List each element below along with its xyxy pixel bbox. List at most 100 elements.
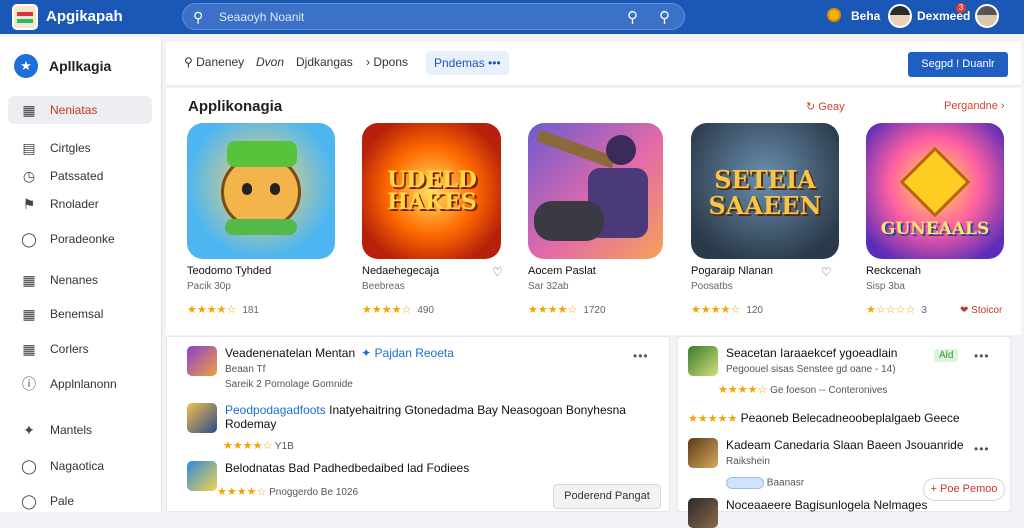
list-item[interactable]: Belodnatas Bad Padhedbedaibed lad Fodiee… [187, 461, 469, 498]
grid-icon: ▦ [22, 340, 36, 357]
sidebar-item-mantels[interactable]: ✦ Mantels [8, 416, 152, 444]
user-avatar[interactable] [975, 4, 999, 28]
sidebar-item-label: Neniatas [50, 103, 98, 117]
sidebar-item-applnlanonn[interactable]: ⓘ Applnlanonn [8, 370, 152, 398]
sidebar-item-neniatas[interactable]: ▦ Neniatas [8, 96, 152, 124]
see-all-link[interactable]: ↻ Geay [806, 100, 845, 113]
coin-icon[interactable] [827, 8, 841, 22]
tool-icon: ✦ [23, 421, 35, 438]
list-item[interactable]: Seacetan Iaraaekcef ygoeadlain Pegoouel … [688, 346, 897, 396]
sidebar-item-label: Poradeonke [50, 232, 115, 246]
item-title[interactable]: Peaoneb Belecadneoobeplalgaeb Geece [741, 411, 960, 425]
heart-icon[interactable]: ♡ [492, 265, 503, 279]
app-name[interactable]: Reckcenah [866, 265, 921, 277]
app-artwork[interactable]: UDELD HAKES [362, 123, 501, 259]
list-item[interactable]: ★★★★★ Peaoneb Belecadneoobeplalgaeb Geec… [688, 411, 960, 425]
sidebar-item-label: Applnlanonn [50, 377, 117, 391]
app-card[interactable]: SETEIA SAAEEN Pogaraip Nlanan ♡ Poosatbs… [691, 123, 841, 316]
flag-icon: ⚑ [22, 195, 36, 212]
sidebar-item-label: Pale [50, 494, 75, 508]
app-thumbnail[interactable] [688, 346, 718, 376]
sidebar-item-poradeonke[interactable]: ◯ Poradeonke [8, 225, 152, 253]
chat-icon: ◯ [21, 492, 37, 509]
app-artwork[interactable]: GUNEAALS [866, 123, 1004, 259]
sidebar: ★ Apllkagia ▦ Neniatas ▤ Cirtgles ◷ Patssat… [0, 37, 162, 512]
notification-badge[interactable]: 3 [956, 3, 966, 13]
tab-dpons[interactable]: › Dpons [366, 55, 408, 69]
item-title[interactable]: Seacetan Iaraaekcef ygoeadlain [726, 346, 897, 360]
app-name[interactable]: Teodomo Tyhded [187, 265, 271, 277]
search-bar[interactable]: ⚲ Seaaoyh Noanit ⚲ ⚲ [182, 3, 685, 30]
app-logo[interactable] [12, 4, 38, 30]
app-artwork[interactable] [528, 123, 663, 259]
item-title[interactable]: Noceaaeere Bagisunlogela Nelmages [726, 498, 927, 512]
app-rating: ★☆☆☆☆ 3 [866, 303, 927, 316]
item-title[interactable]: Belodnatas Bad Padhedbedaibed lad Fodiee… [225, 461, 469, 475]
section-title: Applikonagia [188, 98, 283, 115]
app-thumbnail[interactable] [688, 438, 718, 468]
rating-stars: ★★★★☆ [528, 304, 578, 316]
grid-icon: ▦ [22, 271, 36, 288]
sidebar-item-rnolader[interactable]: ⚑ Rnolader [8, 190, 152, 218]
app-card[interactable]: Aocem Paslat Sar 32ab ★★★★☆ 1720 [528, 123, 678, 316]
grid-icon: ▦ [22, 305, 36, 322]
tab-pndemas[interactable]: Pndemas ••• [426, 51, 509, 75]
add-button[interactable]: + Poe Pemoo [923, 478, 1005, 501]
app-thumbnail[interactable] [187, 403, 217, 433]
more-options-icon[interactable]: ••• [633, 349, 649, 363]
list-item[interactable]: Peodpodagadfoots Inatyehaitring Gtonedad… [187, 403, 626, 452]
item-subtitle: Raikshein [726, 456, 770, 467]
app-badge-icon: ★ [14, 54, 38, 78]
item-link[interactable]: Peodpodagadfoots [225, 403, 326, 417]
primary-action-button[interactable]: Segpd ! Duanlr [908, 52, 1008, 77]
heart-icon: ❤ [960, 305, 972, 316]
app-thumbnail[interactable] [187, 346, 217, 376]
app-name[interactable]: Nedaehegecaja [362, 265, 439, 277]
art-logo-text: SETEIA SAAEEN [708, 165, 822, 220]
heart-icon[interactable]: ♡ [821, 265, 832, 279]
tab-djdkangas[interactable]: Djdkangas [296, 55, 353, 69]
install-link[interactable]: ❤ Stoicor [960, 305, 1002, 316]
item-link[interactable]: Pajdan Reoeta [375, 346, 454, 360]
list-item[interactable]: Noceaaeere Bagisunlogela Nelmages [688, 498, 927, 528]
list-panel-left: Veadenenatelan Mentan ✦ Pajdan Reoeta Bea… [166, 336, 670, 512]
sidebar-item-benemsal[interactable]: ▦ Benemsal [8, 300, 152, 328]
app-thumbnail[interactable] [187, 461, 217, 491]
rating-count: 490 [417, 305, 434, 316]
app-artwork[interactable] [187, 123, 335, 259]
app-thumbnail[interactable] [688, 498, 718, 528]
tab-dvon[interactable]: Dvon [256, 55, 284, 69]
app-card[interactable]: GUNEAALS Reckcenah Sisp 3ba ★☆☆☆☆ 3 ❤ Sto… [866, 123, 1016, 316]
voice-search-icon[interactable]: ⚲ [659, 8, 670, 26]
sidebar-item-patssated[interactable]: ◷ Patssated [8, 162, 152, 190]
topbar-label-1[interactable]: Beha [851, 9, 880, 23]
sidebar-item-nagaotica[interactable]: ◯ Nagaotica [8, 452, 152, 480]
list-item[interactable]: Kadeam Canedaria Slaan Baeen Jsouanride … [688, 438, 964, 489]
item-meta: Sareik 2 Pomolage Gomnide [225, 379, 353, 390]
item-meta: Ge foeson -- Conteronives [770, 385, 888, 396]
app-name[interactable]: Aocem Paslat [528, 265, 596, 277]
progress-pill [726, 477, 764, 489]
sidebar-item-pale[interactable]: ◯ Pale [8, 487, 152, 515]
more-link[interactable]: Pergandne › [944, 100, 1005, 112]
avatar[interactable] [888, 4, 912, 28]
app-card[interactable]: Teodomo Tyhded Pacik 30p ★★★★☆ 181 [187, 123, 337, 316]
search-submit-icon[interactable]: ⚲ [627, 8, 638, 26]
item-title[interactable]: Inatyehaitring Gtonedadma Bay Neasogoan … [329, 403, 626, 417]
app-artwork[interactable]: SETEIA SAAEEN [691, 123, 839, 259]
sidebar-item-nenanes[interactable]: ▦ Nenanes [8, 266, 152, 294]
tab-daneney[interactable]: ⚲ Daneney [184, 55, 244, 69]
search-input[interactable]: Seaaoyh Noanit [219, 10, 304, 24]
secondary-button[interactable]: Poderend Pangat [553, 484, 661, 509]
more-options-icon[interactable]: ••• [974, 442, 990, 456]
sidebar-item-cirtgles[interactable]: ▤ Cirtgles [8, 134, 152, 162]
app-card[interactable]: UDELD HAKES Nedaehegecaja ♡ Beebreas ★★★… [362, 123, 512, 316]
list-item[interactable]: Veadenenatelan Mentan ✦ Pajdan Reoeta Bea… [187, 346, 454, 390]
more-options-icon[interactable]: ••• [974, 349, 990, 363]
sidebar-header[interactable]: ★ Apllkagia [14, 54, 111, 78]
featured-panel: Applikonagia ↻ Geay Pergandne › Teodomo … [166, 88, 1021, 335]
app-name[interactable]: Pogaraip Nlanan [691, 265, 773, 277]
item-title[interactable]: Kadeam Canedaria Slaan Baeen Jsouanride [726, 438, 964, 452]
sidebar-item-corlers[interactable]: ▦ Corlers [8, 335, 152, 363]
item-title[interactable]: Veadenenatelan Mentan [225, 346, 355, 360]
